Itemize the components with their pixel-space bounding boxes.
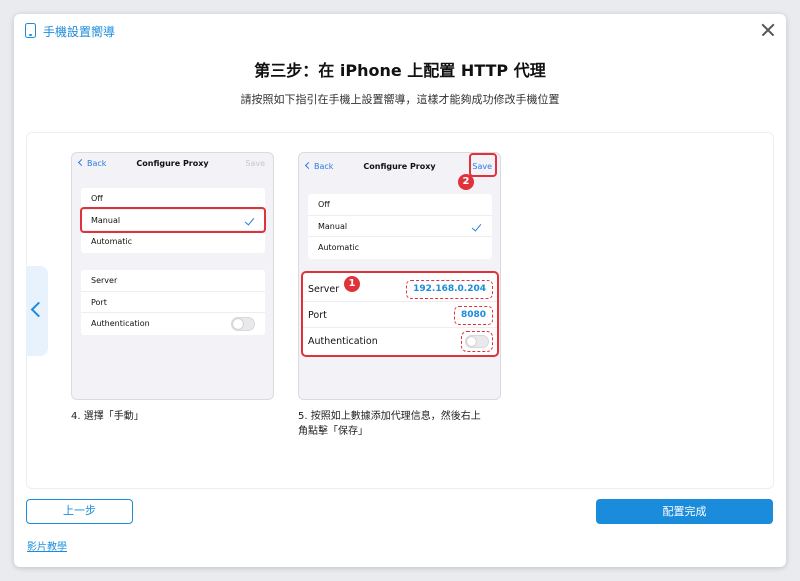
- step-badge-1: 1: [344, 276, 360, 292]
- save-highlight: [469, 153, 497, 177]
- caption-step5-line1: 5. 按照如上數據添加代理信息，然後右上: [298, 411, 481, 422]
- authentication-label: Authentication: [308, 336, 378, 347]
- field-server: Server: [81, 270, 265, 292]
- option-manual-label: Manual: [318, 221, 348, 231]
- previous-step-button[interactable]: 上一步: [26, 499, 133, 524]
- option-off: Off: [308, 194, 492, 216]
- titlebar: 手機設置嚮導: [14, 14, 786, 48]
- page-subtitle: 請按照如下指引在手機上設置嚮導，這樣才能夠成功修改手機位置: [240, 93, 560, 106]
- proxy-settings-highlight: Server 192.168.0.204 Port 8080 Authentic…: [301, 271, 499, 357]
- proxy-authentication-row: Authentication: [303, 329, 497, 354]
- caption-step4: 4. 選擇「手動」: [71, 411, 144, 422]
- proxy-mode-group: Off Manual Automatic: [308, 194, 492, 259]
- nav-title: Configure Proxy: [136, 159, 209, 168]
- option-manual: Manual: [308, 216, 492, 237]
- server-label: Server: [308, 284, 340, 295]
- video-tutorial-link[interactable]: 影片教學: [27, 538, 67, 553]
- proxy-fields-group: Server Port Authentication: [81, 270, 265, 335]
- field-authentication-label: Authentication: [91, 319, 150, 328]
- checkmark-icon: [471, 220, 482, 232]
- previous-slide-button[interactable]: [26, 266, 48, 356]
- option-automatic: Automatic: [318, 243, 360, 252]
- field-port: Port: [81, 292, 265, 313]
- authentication-toggle: [231, 317, 255, 331]
- close-icon[interactable]: [758, 20, 778, 40]
- port-label: Port: [308, 310, 327, 321]
- phone-nav-bar: Back Configure Proxy Save: [72, 153, 273, 179]
- proxy-port-row: Port 8080: [303, 303, 497, 328]
- authentication-toggle-highlight: [461, 331, 493, 352]
- step-badge-2: 2: [458, 174, 474, 190]
- field-authentication: Authentication: [81, 313, 265, 335]
- caption-step5: 5. 按照如上數據添加代理信息，然後右上 角點擊「保存」: [298, 409, 513, 439]
- window-title: 手機設置嚮導: [43, 25, 116, 39]
- option-automatic: Automatic: [91, 237, 133, 246]
- caption-step5-line2: 角點擊「保存」: [298, 426, 368, 437]
- phone-mockup-manual: Back Configure Proxy Save Off Manual Aut…: [71, 152, 274, 400]
- manual-highlight: [80, 207, 266, 233]
- server-value: 192.168.0.204: [406, 280, 493, 299]
- authentication-toggle: [465, 335, 489, 348]
- port-value: 8080: [453, 306, 493, 325]
- phone-mockup-configure: Back Configure Proxy Save 2 Off Manual A…: [298, 152, 501, 400]
- proxy-server-row: Server 192.168.0.204: [303, 277, 497, 302]
- setup-wizard-window: 手機設置嚮導 第三步：在 iPhone 上配置 HTTP 代理 請按照如下指引在…: [14, 14, 786, 567]
- finish-configuration-button[interactable]: 配置完成: [596, 499, 773, 524]
- phone-icon: [25, 23, 36, 38]
- save-link-disabled: Save: [245, 159, 265, 168]
- page-title: 第三步：在 iPhone 上配置 HTTP 代理: [254, 61, 546, 80]
